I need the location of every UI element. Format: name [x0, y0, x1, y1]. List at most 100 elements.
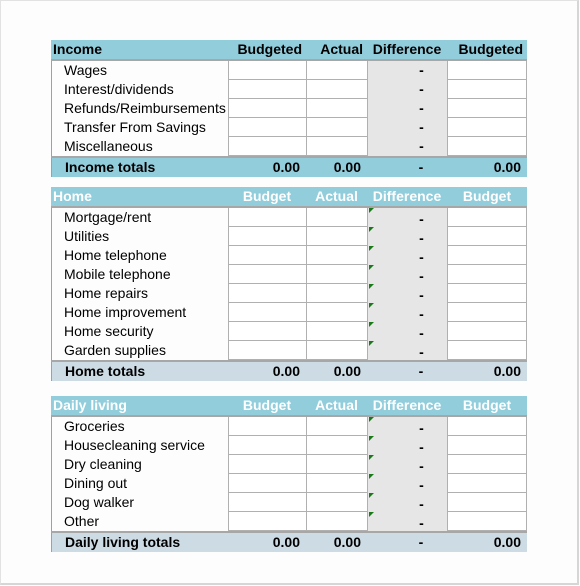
difference-cell[interactable]: -	[367, 208, 447, 227]
difference-cell[interactable]: -	[367, 80, 447, 99]
daily-totals-budget-2[interactable]: 0.00	[447, 533, 527, 552]
budget-2-cell[interactable]	[447, 227, 527, 246]
income-totals-difference[interactable]: -	[367, 158, 447, 177]
budget-cell[interactable]	[228, 265, 306, 284]
daily-totals-actual[interactable]: 0.00	[306, 533, 367, 552]
budget-2-cell[interactable]	[447, 246, 527, 265]
budget-cell[interactable]	[228, 417, 306, 436]
budget-cell[interactable]	[228, 208, 306, 227]
actual-cell[interactable]	[306, 118, 367, 137]
difference-cell[interactable]: -	[367, 61, 447, 80]
budget-cell[interactable]	[228, 493, 306, 512]
income-header-actual: Actual	[320, 41, 363, 57]
difference-cell[interactable]: -	[367, 436, 447, 455]
budget-2-cell[interactable]	[447, 284, 527, 303]
actual-cell[interactable]	[306, 455, 367, 474]
actual-cell[interactable]	[306, 493, 367, 512]
budget-2-cell[interactable]	[447, 512, 527, 531]
budget-2-cell[interactable]	[447, 208, 527, 227]
income-header-label: Income	[53, 41, 103, 57]
budget-cell[interactable]	[228, 512, 306, 531]
budget-2-cell[interactable]	[447, 436, 527, 455]
budget-2-cell[interactable]	[447, 417, 527, 436]
budget-cell[interactable]	[228, 80, 306, 99]
home-header-actual: Actual	[315, 188, 358, 204]
error-indicator-icon	[369, 455, 374, 460]
budget-2-cell[interactable]	[447, 61, 527, 80]
actual-cell[interactable]	[306, 417, 367, 436]
budget-2-cell[interactable]	[447, 137, 527, 156]
budget-cell[interactable]	[228, 99, 306, 118]
daily-totals-difference[interactable]: -	[367, 533, 447, 552]
budget-cell[interactable]	[228, 436, 306, 455]
actual-cell[interactable]	[306, 284, 367, 303]
budget-2-cell[interactable]	[447, 118, 527, 137]
difference-cell[interactable]: -	[367, 512, 447, 531]
difference-cell[interactable]: -	[367, 284, 447, 303]
budget-cell[interactable]	[228, 455, 306, 474]
difference-cell[interactable]: -	[367, 455, 447, 474]
budget-cell[interactable]	[228, 118, 306, 137]
difference-cell[interactable]: -	[367, 417, 447, 436]
difference-value: -	[419, 249, 424, 265]
difference-cell[interactable]: -	[367, 246, 447, 265]
difference-cell[interactable]: -	[367, 99, 447, 118]
budget-2-cell[interactable]	[447, 455, 527, 474]
income-totals-actual[interactable]: 0.00	[306, 158, 367, 177]
actual-cell[interactable]	[306, 61, 367, 80]
income-totals-budgeted[interactable]: 0.00	[228, 158, 306, 177]
actual-cell[interactable]	[306, 512, 367, 531]
budget-2-cell[interactable]	[447, 265, 527, 284]
actual-cell[interactable]	[306, 436, 367, 455]
difference-cell[interactable]: -	[367, 227, 447, 246]
budget-cell[interactable]	[228, 341, 306, 360]
actual-cell[interactable]	[306, 246, 367, 265]
difference-cell[interactable]: -	[367, 322, 447, 341]
home-totals-difference[interactable]: -	[367, 362, 447, 381]
budget-cell[interactable]	[228, 322, 306, 341]
row-label: Miscellaneous	[51, 137, 228, 156]
budget-cell[interactable]	[228, 284, 306, 303]
budget-cell[interactable]	[228, 246, 306, 265]
actual-cell[interactable]	[306, 137, 367, 156]
difference-cell[interactable]: -	[367, 303, 447, 322]
difference-cell[interactable]: -	[367, 118, 447, 137]
budget-2-cell[interactable]	[447, 474, 527, 493]
actual-cell[interactable]	[306, 265, 367, 284]
budget-2-cell[interactable]	[447, 99, 527, 118]
income-header-budgeted-2: Budgeted	[458, 41, 523, 57]
budget-2-cell[interactable]	[447, 303, 527, 322]
row-label: Mortgage/rent	[51, 208, 228, 227]
budget-cell[interactable]	[228, 61, 306, 80]
budget-2-cell[interactable]	[447, 80, 527, 99]
actual-cell[interactable]	[306, 341, 367, 360]
actual-cell[interactable]	[306, 322, 367, 341]
difference-cell[interactable]: -	[367, 341, 447, 360]
row-label: Interest/dividends	[51, 80, 228, 99]
difference-cell[interactable]: -	[367, 474, 447, 493]
actual-cell[interactable]	[306, 303, 367, 322]
difference-cell[interactable]: -	[367, 137, 447, 156]
difference-cell[interactable]: -	[367, 265, 447, 284]
home-totals-budget[interactable]: 0.00	[228, 362, 306, 381]
actual-cell[interactable]	[306, 208, 367, 227]
income-totals-budgeted-2[interactable]: 0.00	[447, 158, 527, 177]
budget-cell[interactable]	[228, 303, 306, 322]
difference-cell[interactable]: -	[367, 493, 447, 512]
budget-2-cell[interactable]	[447, 322, 527, 341]
actual-cell[interactable]	[306, 227, 367, 246]
daily-totals-budget[interactable]: 0.00	[228, 533, 306, 552]
table-row: Garden supplies -	[51, 341, 527, 360]
actual-cell[interactable]	[306, 99, 367, 118]
income-header-row: Income Budgeted Actual Difference Budget…	[51, 40, 527, 59]
home-totals-actual[interactable]: 0.00	[306, 362, 367, 381]
budget-cell[interactable]	[228, 137, 306, 156]
budget-2-cell[interactable]	[447, 341, 527, 360]
budget-2-cell[interactable]	[447, 493, 527, 512]
actual-cell[interactable]	[306, 80, 367, 99]
home-totals-budget-2[interactable]: 0.00	[447, 362, 527, 381]
row-label: Home telephone	[51, 246, 228, 265]
budget-cell[interactable]	[228, 474, 306, 493]
actual-cell[interactable]	[306, 474, 367, 493]
budget-cell[interactable]	[228, 227, 306, 246]
